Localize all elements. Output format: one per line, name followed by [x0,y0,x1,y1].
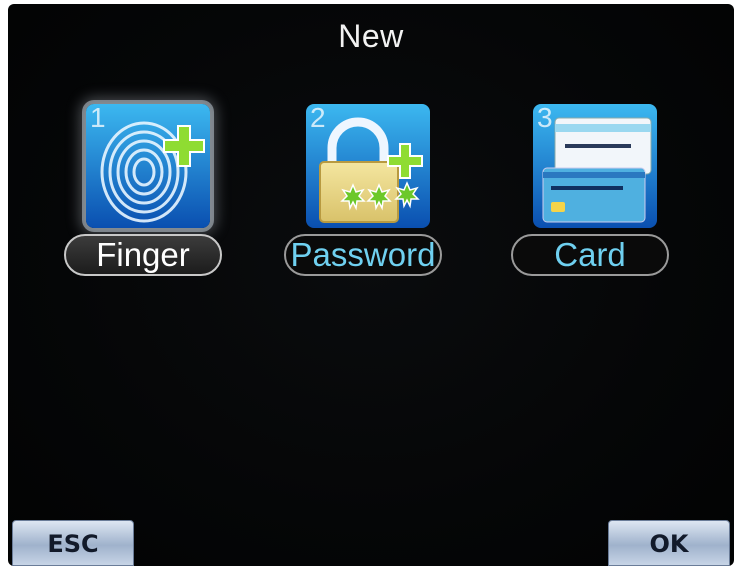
item-number: 3 [537,104,553,133]
menu-item-card[interactable]: 3 Card [505,96,675,286]
item-number: 1 [90,104,106,133]
fingerprint-add-icon: 1 [86,104,210,228]
esc-button[interactable]: ESC [12,520,134,566]
menu-item-label: Card [511,234,669,276]
menu-item-label: Finger [64,234,222,276]
page-title: New [338,18,404,54]
menu-item-password[interactable]: 2 Password [278,96,448,286]
ok-button[interactable]: OK [608,520,730,566]
padlock-password-icon: 2 [306,104,430,228]
item-number: 2 [310,104,326,133]
menu-item-label: Password [284,234,442,276]
menu-item-finger[interactable]: 1 Finger [58,96,228,286]
card-icon: 3 [533,104,657,228]
device-screen: New 1 Finger 2 Password 3 Card ESC OK [8,4,734,566]
